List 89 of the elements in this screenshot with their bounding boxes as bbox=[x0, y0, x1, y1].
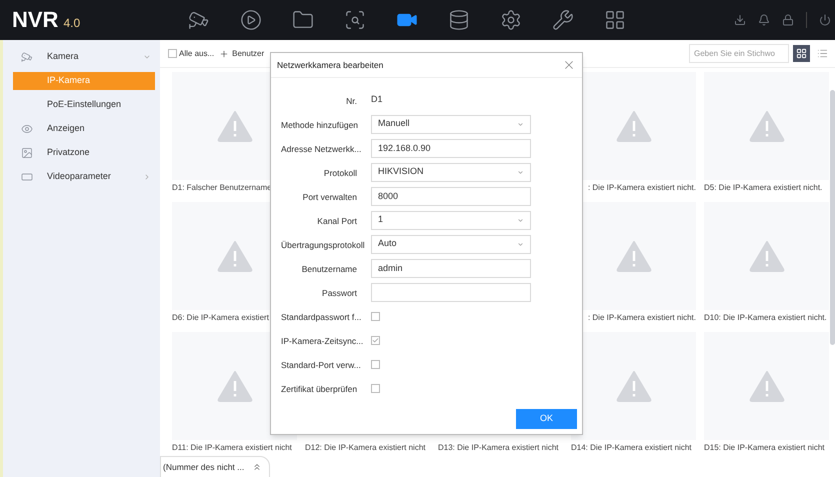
wrench-icon[interactable] bbox=[552, 9, 574, 31]
cctv-icon bbox=[21, 51, 33, 63]
checkbox[interactable] bbox=[371, 312, 380, 320]
camera-tile[interactable] bbox=[704, 72, 829, 180]
checkbox[interactable] bbox=[371, 336, 380, 344]
warning-icon bbox=[748, 370, 784, 402]
camera-status: D5: Die IP-Kamera existiert nicht. bbox=[704, 182, 822, 194]
sidebar-item[interactable]: PoE-Einstellungen bbox=[13, 96, 155, 114]
warning-icon bbox=[748, 240, 784, 272]
camera-status: D15: Die IP-Kamera existiert nicht bbox=[704, 442, 824, 454]
sidebar-item[interactable]: Videoparameter bbox=[13, 168, 155, 186]
camera-status: D11: Die IP-Kamera existiert nicht bbox=[172, 442, 292, 454]
field-label: Standard-Port verw... bbox=[281, 360, 361, 370]
field-label: Benutzername bbox=[302, 264, 357, 274]
camera-status: D13: Die IP-Kamera existiert nicht bbox=[438, 442, 558, 454]
lock-icon[interactable] bbox=[782, 14, 794, 26]
warning-icon bbox=[616, 370, 652, 402]
input-field[interactable]: 8000 bbox=[371, 186, 531, 206]
checkbox-label: Alle aus... bbox=[179, 48, 214, 60]
camera-status: D1: Falscher Benutzername bbox=[172, 182, 272, 194]
folder-icon[interactable] bbox=[292, 9, 314, 31]
chevrons-up-icon bbox=[252, 462, 262, 472]
camera-status: D10: Die IP-Kamera existiert nicht. bbox=[704, 312, 827, 324]
checkbox[interactable] bbox=[168, 49, 177, 58]
camera-status: D14: Die IP-Kamera existiert nicht bbox=[571, 442, 692, 454]
camera-status: : Die IP-Kamera existiert nicht. bbox=[588, 312, 696, 324]
add-button[interactable]: Benutzer bbox=[219, 48, 264, 60]
field-label: Standardpasswort f... bbox=[281, 312, 362, 322]
field-label: Port verwalten bbox=[302, 192, 357, 202]
dropdown[interactable]: Auto bbox=[371, 234, 531, 254]
search-icon[interactable] bbox=[344, 9, 366, 31]
grid-icon bbox=[796, 48, 807, 59]
field-label: Methode hinzufügen bbox=[281, 120, 358, 130]
input-field[interactable]: 192.168.0.90 bbox=[371, 138, 531, 158]
warning-icon bbox=[216, 240, 252, 272]
dropdown[interactable]: HIKVISION bbox=[371, 162, 531, 182]
caret-icon bbox=[517, 240, 524, 248]
scrollbar[interactable] bbox=[830, 90, 835, 345]
plus-icon bbox=[219, 48, 230, 58]
bottom-tab[interactable]: (Nummer des nicht ... bbox=[160, 456, 270, 477]
camera-tile[interactable] bbox=[704, 332, 829, 440]
sidebar-item[interactable]: Kamera bbox=[13, 48, 155, 66]
database-icon[interactable] bbox=[448, 9, 470, 31]
playback-icon[interactable] bbox=[240, 9, 262, 31]
field-label: Adresse Netzwerkk... bbox=[281, 144, 362, 154]
field-label: Übertragungsprotokoll bbox=[281, 240, 365, 250]
field-label: Protokoll bbox=[324, 168, 357, 178]
warning-icon bbox=[748, 110, 784, 142]
camera-status: D6: Die IP-Kamera existiert bbox=[172, 312, 269, 324]
warning-icon bbox=[216, 370, 252, 402]
search-field[interactable]: Geben Sie ein Stichwo bbox=[689, 44, 789, 63]
dropdown[interactable]: 1 bbox=[371, 210, 531, 230]
camera-status: : Die IP-Kamera existiert nicht. bbox=[588, 182, 696, 194]
warning-icon bbox=[216, 110, 252, 142]
field-label: IP-Kamera-Zeitsync... bbox=[281, 336, 364, 346]
settings-icon[interactable] bbox=[500, 9, 522, 31]
sidebar-item[interactable]: Privatzone bbox=[13, 144, 155, 162]
logo: NVR bbox=[12, 8, 58, 30]
camera-tile[interactable] bbox=[704, 202, 829, 310]
grid-icon[interactable] bbox=[604, 9, 626, 31]
cctv-icon[interactable] bbox=[188, 9, 210, 31]
power-icon[interactable] bbox=[819, 14, 831, 26]
caret-icon bbox=[517, 120, 524, 128]
bell-icon[interactable] bbox=[758, 14, 770, 26]
warning-icon bbox=[616, 240, 652, 272]
download-icon[interactable] bbox=[734, 14, 746, 26]
field-label: Passwort bbox=[322, 288, 357, 298]
camera-status: D12: Die IP-Kamera existiert nicht bbox=[305, 442, 426, 454]
field-label: Kanal Port bbox=[317, 216, 357, 226]
image-icon bbox=[21, 147, 33, 159]
field-label: Nr. bbox=[346, 96, 357, 106]
dropdown[interactable]: Manuell bbox=[371, 114, 531, 134]
field-label: Zertifikat überprüfen bbox=[281, 384, 358, 394]
rectangle-icon bbox=[21, 171, 33, 183]
field-value: D1 bbox=[371, 93, 383, 106]
input-field[interactable]: admin bbox=[371, 258, 531, 278]
dialog-title: Netzwerkkamera bearbeiten bbox=[277, 58, 384, 72]
camera-tile[interactable] bbox=[571, 332, 696, 440]
checkbox[interactable] bbox=[371, 384, 380, 392]
eye-icon bbox=[21, 123, 33, 135]
list-icon bbox=[817, 48, 828, 59]
caret-icon bbox=[517, 168, 524, 176]
version: 4.0 bbox=[63, 14, 80, 32]
checkbox[interactable] bbox=[371, 360, 380, 368]
sidebar-item[interactable]: Anzeigen bbox=[13, 120, 155, 138]
warning-icon bbox=[616, 110, 652, 142]
grid-view-button[interactable] bbox=[793, 45, 810, 62]
caret-icon bbox=[517, 216, 524, 224]
input-field[interactable] bbox=[371, 282, 531, 302]
